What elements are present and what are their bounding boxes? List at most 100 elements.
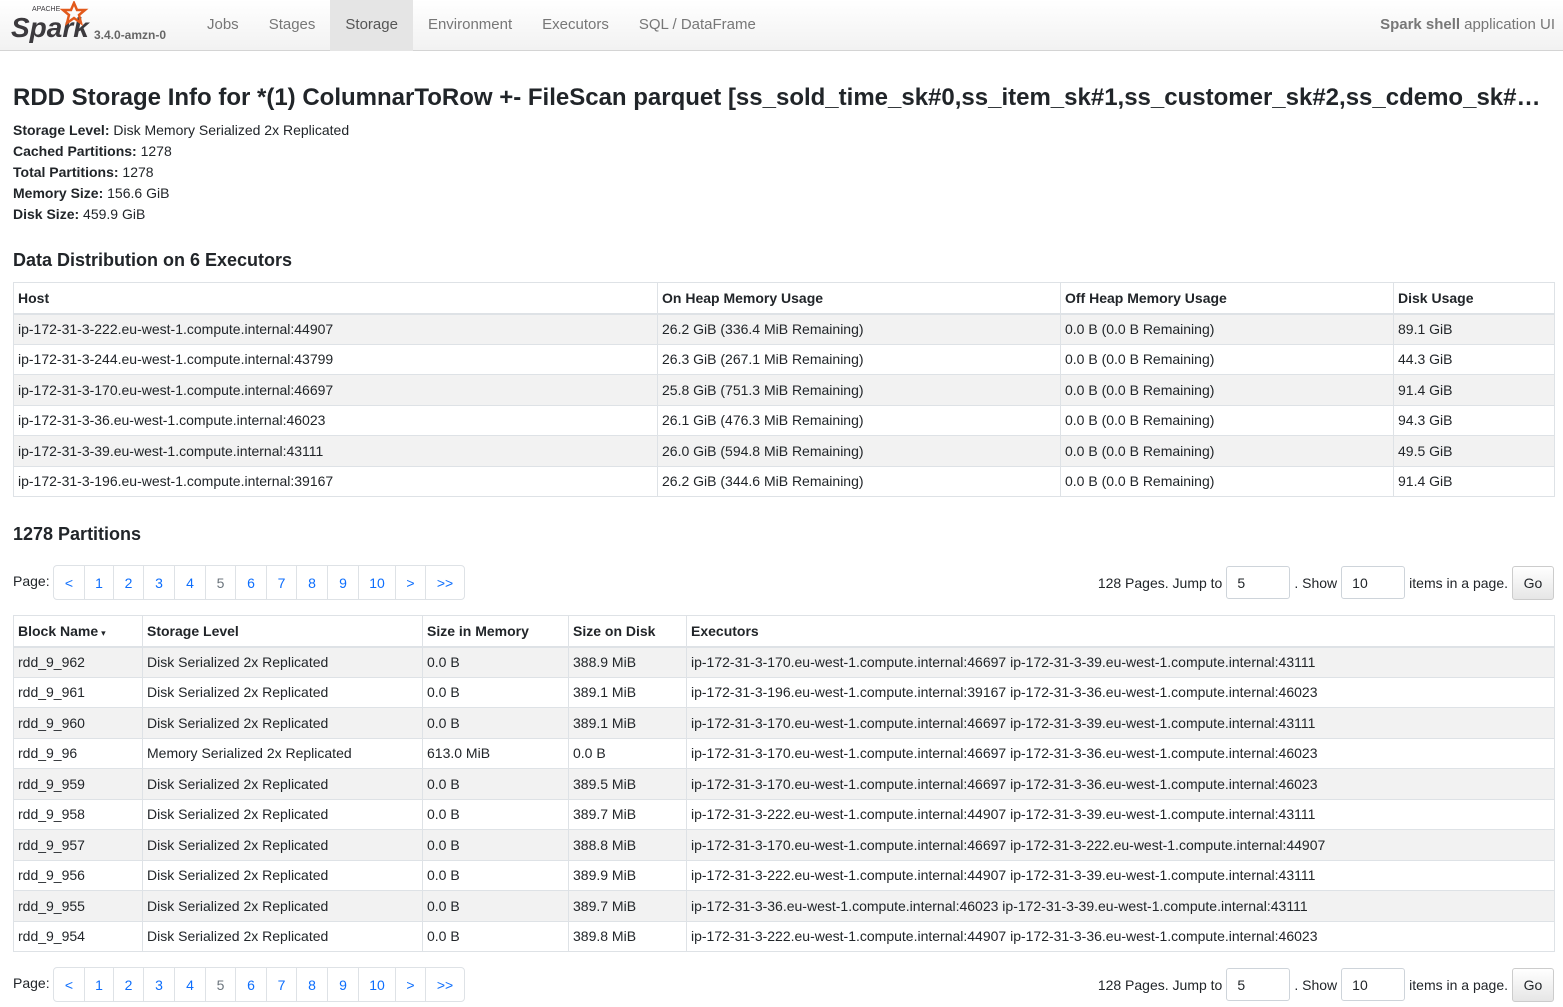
app-name: Spark shell	[1380, 16, 1461, 33]
table-header-row: Block Name ▾ Storage Level Size in Memory…	[13, 615, 1555, 648]
tab-stages[interactable]: Stages	[254, 0, 331, 51]
summary-label: Cached Partitions:	[13, 143, 137, 159]
page-size-input[interactable]	[1341, 566, 1406, 599]
partitions-title[interactable]: 1278 Partitions	[13, 523, 1550, 545]
go-button[interactable]: Go	[1512, 565, 1554, 600]
pages-count-text: 128 Pages. Jump to	[1097, 574, 1223, 591]
table-header-row: Host On Heap Memory Usage Off Heap Memor…	[13, 282, 1555, 315]
summary-disk-size: Disk Size: 459.9 GiB	[13, 204, 1550, 225]
cell-executors: ip-172-31-3-222.eu-west-1.compute.intern…	[686, 798, 1555, 830]
items-text: items in a page.	[1409, 574, 1508, 591]
page-link-4[interactable]: 4	[174, 968, 205, 1001]
page-link-8[interactable]: 8	[296, 968, 327, 1001]
page-links: <1 2 3 4 5 6 7 8 9 10 > >>	[53, 565, 465, 600]
page-link-6[interactable]: 6	[235, 968, 266, 1001]
cell-host: ip-172-31-3-36.eu-west-1.compute.interna…	[13, 404, 658, 436]
last-page-link[interactable]: >>	[425, 566, 464, 599]
cell-storage-level: Memory Serialized 2x Replicated	[142, 737, 423, 769]
cell-size-disk: 389.7 MiB	[568, 890, 687, 922]
col-header-off-heap: Off Heap Memory Usage	[1060, 282, 1394, 315]
cell-storage-level: Disk Serialized 2x Replicated	[142, 890, 423, 922]
next-page-link[interactable]: >	[395, 968, 425, 1001]
cell-disk: 44.3 GiB	[1393, 343, 1555, 375]
table-row: ip-172-31-3-39.eu-west-1.compute.interna…	[13, 435, 1555, 467]
cell-off-heap: 0.0 B (0.0 B Remaining)	[1060, 313, 1394, 345]
cell-off-heap: 0.0 B (0.0 B Remaining)	[1060, 343, 1394, 375]
cell-on-heap: 26.1 GiB (476.3 MiB Remaining)	[657, 404, 1061, 436]
cell-storage-level: Disk Serialized 2x Replicated	[142, 707, 423, 739]
cell-block-name: rdd_9_961	[13, 676, 143, 708]
cell-storage-level: Disk Serialized 2x Replicated	[142, 829, 423, 861]
page-link-10[interactable]: 10	[358, 566, 395, 599]
cell-on-heap: 26.2 GiB (336.4 MiB Remaining)	[657, 313, 1061, 345]
tab-executors[interactable]: Executors	[527, 0, 624, 51]
distribution-title[interactable]: Data Distribution on 6 Executors	[13, 249, 1550, 271]
cell-size-disk: 389.8 MiB	[568, 920, 687, 952]
next-page-link[interactable]: >	[395, 566, 425, 599]
page-title: RDD Storage Info for *(1) ColumnarToRow …	[13, 84, 1541, 111]
col-header-executors[interactable]: Executors	[686, 615, 1555, 648]
page-link-7[interactable]: 7	[266, 566, 296, 599]
summary-label: Memory Size:	[13, 185, 104, 201]
cell-executors: ip-172-31-3-222.eu-west-1.compute.intern…	[686, 920, 1555, 952]
table-row: rdd_9_955 Disk Serialized 2x Replicated 0.…	[13, 890, 1555, 922]
jump-to-page-input[interactable]	[1226, 968, 1291, 1001]
cell-executors: ip-172-31-3-170.eu-west-1.compute.intern…	[686, 829, 1555, 861]
go-button[interactable]: Go	[1512, 967, 1554, 1002]
page-link-2[interactable]: 2	[113, 566, 143, 599]
cell-size-memory: 0.0 B	[422, 890, 569, 922]
cell-host: ip-172-31-3-222.eu-west-1.compute.intern…	[13, 313, 658, 345]
cell-block-name: rdd_9_958	[13, 798, 143, 830]
summary-label: Storage Level:	[13, 122, 110, 138]
cell-size-memory: 0.0 B	[422, 707, 569, 739]
page-link-6[interactable]: 6	[235, 566, 266, 599]
cell-block-name: rdd_9_955	[13, 890, 143, 922]
cell-host: ip-172-31-3-39.eu-west-1.compute.interna…	[13, 435, 658, 467]
page-link-4[interactable]: 4	[174, 566, 205, 599]
cell-size-memory: 0.0 B	[422, 646, 569, 678]
table-row: rdd_9_954 Disk Serialized 2x Replicated 0.…	[13, 920, 1555, 952]
page-link-8[interactable]: 8	[296, 566, 327, 599]
last-page-link[interactable]: >>	[425, 968, 464, 1001]
page-link-1[interactable]: 1	[84, 566, 113, 599]
cell-executors: ip-172-31-3-170.eu-west-1.compute.intern…	[686, 707, 1555, 739]
rdd-summary: Storage Level: Disk Memory Serialized 2x…	[13, 120, 1550, 225]
page-link-7[interactable]: 7	[266, 968, 296, 1001]
col-header-size-disk[interactable]: Size on Disk	[568, 615, 687, 648]
tab-environment[interactable]: Environment	[413, 0, 527, 51]
cell-size-memory: 0.0 B	[422, 798, 569, 830]
tab-storage[interactable]: Storage	[330, 0, 413, 51]
tab-jobs[interactable]: Jobs	[192, 0, 254, 51]
prev-page-link[interactable]: <	[54, 968, 84, 1001]
page-link-9[interactable]: 9	[327, 566, 358, 599]
page-link-3[interactable]: 3	[143, 566, 174, 599]
page-link-2[interactable]: 2	[113, 968, 143, 1001]
spark-logo-link[interactable]: APACHE Spark 3.4.0-amzn-0	[0, 0, 190, 51]
table-row: rdd_9_959 Disk Serialized 2x Replicated 0.…	[13, 768, 1555, 800]
prev-page-link[interactable]: <	[54, 566, 84, 599]
page-size-input[interactable]	[1341, 968, 1406, 1001]
cell-executors: ip-172-31-3-36.eu-west-1.compute.interna…	[686, 890, 1555, 922]
page-link-9[interactable]: 9	[327, 968, 358, 1001]
cell-storage-level: Disk Serialized 2x Replicated	[142, 646, 423, 678]
header-label: Block Name	[18, 622, 99, 639]
page-link-1[interactable]: 1	[84, 968, 113, 1001]
cell-on-heap: 25.8 GiB (751.3 MiB Remaining)	[657, 374, 1061, 406]
tab-sql-dataframe[interactable]: SQL / DataFrame	[624, 0, 771, 51]
table-row: ip-172-31-3-170.eu-west-1.compute.intern…	[13, 374, 1555, 406]
summary-value: 1278	[140, 143, 172, 159]
col-header-block-name[interactable]: Block Name ▾	[13, 615, 143, 648]
page-links: <1 2 3 4 5 6 7 8 9 10 > >>	[53, 967, 465, 1002]
page-link-10[interactable]: 10	[358, 968, 395, 1001]
summary-storage-level: Storage Level: Disk Memory Serialized 2x…	[13, 120, 1550, 141]
pages-count-text: 128 Pages. Jump to	[1097, 976, 1223, 993]
cell-off-heap: 0.0 B (0.0 B Remaining)	[1060, 465, 1394, 497]
page-label: Page:	[13, 975, 50, 991]
cell-block-name: rdd_9_954	[13, 920, 143, 952]
col-header-storage-level[interactable]: Storage Level	[142, 615, 423, 648]
table-row: rdd_9_96 Memory Serialized 2x Replicated 6…	[13, 737, 1555, 769]
col-header-size-memory[interactable]: Size in Memory	[422, 615, 569, 648]
page-link-3[interactable]: 3	[143, 968, 174, 1001]
jump-to-page-input[interactable]	[1226, 566, 1291, 599]
cell-off-heap: 0.0 B (0.0 B Remaining)	[1060, 404, 1394, 436]
